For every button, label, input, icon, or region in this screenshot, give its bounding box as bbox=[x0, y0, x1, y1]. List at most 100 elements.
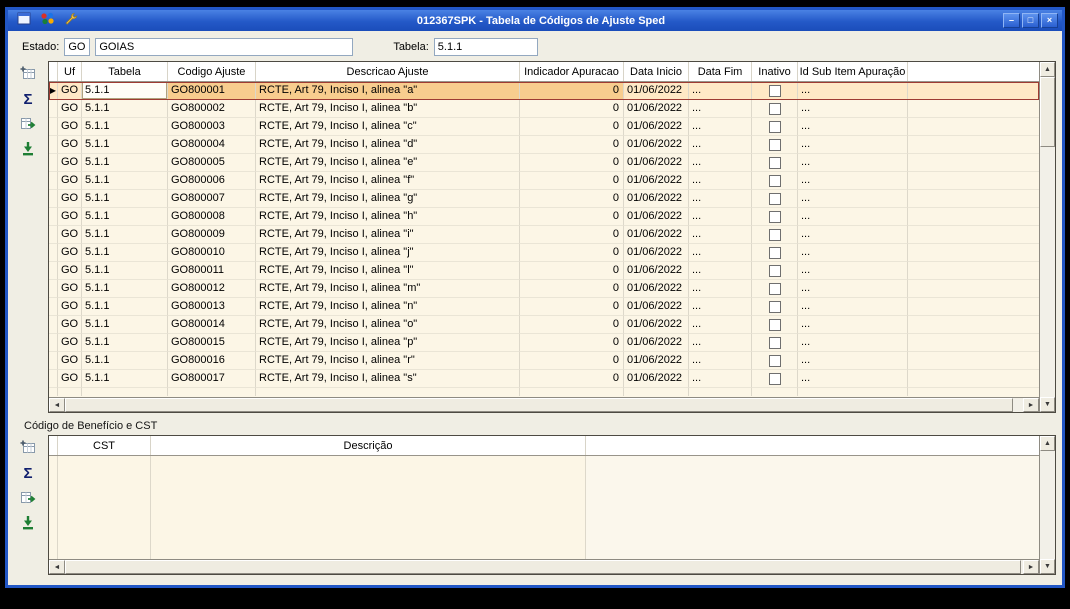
cell-codigo-ajuste[interactable]: GO800005 bbox=[168, 154, 256, 172]
cell-codigo-ajuste[interactable]: GO800013 bbox=[168, 298, 256, 316]
cell-indicador-apuracao[interactable]: 0 bbox=[520, 136, 624, 154]
inativo-checkbox[interactable] bbox=[768, 156, 781, 169]
cell-data-inicio[interactable]: 01/06/2022 bbox=[624, 352, 689, 370]
cell-inativo[interactable] bbox=[752, 154, 798, 172]
cell-id-sub-item[interactable]: ... bbox=[798, 136, 908, 154]
tabela-input[interactable] bbox=[433, 38, 538, 56]
cell-indicador-apuracao[interactable]: 0 bbox=[520, 334, 624, 352]
cell-id-sub-item[interactable]: ... bbox=[798, 280, 908, 298]
cell-data-inicio[interactable]: 01/06/2022 bbox=[624, 262, 689, 280]
export-button-2[interactable] bbox=[15, 487, 41, 509]
inativo-checkbox[interactable] bbox=[768, 318, 781, 331]
cell-data-inicio[interactable]: 01/06/2022 bbox=[624, 136, 689, 154]
cell-codigo-ajuste[interactable]: GO800003 bbox=[168, 118, 256, 136]
cell-data-fim[interactable]: ... bbox=[689, 190, 752, 208]
cell-codigo-ajuste[interactable]: GO800017 bbox=[168, 370, 256, 388]
cell-codigo-ajuste[interactable]: GO800002 bbox=[168, 100, 256, 118]
column-header-codigo[interactable]: Codigo Ajuste bbox=[168, 62, 256, 81]
cell-uf[interactable]: GO bbox=[58, 262, 82, 280]
cell-descricao-ajuste[interactable]: RCTE, Art 79, Inciso I, alinea "a" bbox=[256, 82, 520, 100]
export-button[interactable] bbox=[15, 113, 41, 135]
cell-tabela[interactable]: 5.1.1 bbox=[82, 82, 168, 100]
cell-data-inicio[interactable]: 01/06/2022 bbox=[624, 280, 689, 298]
cell-data-inicio[interactable]: 01/06/2022 bbox=[624, 316, 689, 334]
horizontal-scroll-thumb-2[interactable] bbox=[65, 560, 1021, 574]
inativo-checkbox[interactable] bbox=[768, 282, 781, 295]
column-header-inativo[interactable]: Inativo bbox=[752, 62, 798, 81]
cell-indicador-apuracao[interactable]: 0 bbox=[520, 100, 624, 118]
cell-codigo-ajuste[interactable]: GO800011 bbox=[168, 262, 256, 280]
cell-uf[interactable]: GO bbox=[58, 154, 82, 172]
cell-tabela[interactable]: 5.1.1 bbox=[82, 208, 168, 226]
cell-inativo[interactable] bbox=[752, 298, 798, 316]
cell-data-inicio[interactable]: 01/06/2022 bbox=[624, 334, 689, 352]
cell-codigo-ajuste[interactable]: GO800009 bbox=[168, 226, 256, 244]
cell-indicador-apuracao[interactable]: 0 bbox=[520, 190, 624, 208]
cell-data-inicio[interactable]: 01/06/2022 bbox=[624, 226, 689, 244]
cell-indicador-apuracao[interactable]: 0 bbox=[520, 298, 624, 316]
cell-inativo[interactable] bbox=[752, 280, 798, 298]
grid1-vertical-scrollbar[interactable]: ▲ ▼ bbox=[1039, 62, 1055, 412]
cell-uf[interactable]: GO bbox=[58, 280, 82, 298]
cell-id-sub-item[interactable]: ... bbox=[798, 100, 908, 118]
close-button[interactable]: × bbox=[1041, 13, 1058, 28]
cell-data-inicio[interactable]: 01/06/2022 bbox=[624, 172, 689, 190]
inativo-checkbox[interactable] bbox=[768, 264, 781, 277]
cell-codigo-ajuste[interactable]: GO800016 bbox=[168, 352, 256, 370]
scroll-right-button[interactable]: ► bbox=[1023, 398, 1039, 412]
table-row[interactable]: ▶ GO 5.1.1 GO800007 RCTE, Art 79, Inciso… bbox=[49, 190, 1039, 208]
form-icon[interactable] bbox=[17, 12, 31, 30]
cell-data-inicio[interactable]: 01/06/2022 bbox=[624, 298, 689, 316]
cell-codigo-ajuste[interactable]: GO800001 bbox=[168, 82, 256, 100]
estado-nome-input[interactable] bbox=[95, 38, 354, 56]
cell-id-sub-item[interactable]: ... bbox=[798, 226, 908, 244]
inativo-checkbox[interactable] bbox=[768, 228, 781, 241]
cell-inativo[interactable] bbox=[752, 334, 798, 352]
cell-indicador-apuracao[interactable]: 0 bbox=[520, 154, 624, 172]
cell-data-fim[interactable]: ... bbox=[689, 82, 752, 100]
inativo-checkbox[interactable] bbox=[768, 336, 781, 349]
cell-inativo[interactable] bbox=[752, 172, 798, 190]
cell-codigo-ajuste[interactable]: GO800006 bbox=[168, 172, 256, 190]
cell-indicador-apuracao[interactable]: 0 bbox=[520, 118, 624, 136]
cell-indicador-apuracao[interactable]: 0 bbox=[520, 172, 624, 190]
column-header-cst[interactable]: CST bbox=[58, 436, 151, 455]
cell-data-fim[interactable]: ... bbox=[689, 334, 752, 352]
cell-id-sub-item[interactable]: ... bbox=[798, 316, 908, 334]
cell-inativo[interactable] bbox=[752, 82, 798, 100]
scroll-up-button[interactable]: ▲ bbox=[1040, 62, 1055, 77]
cell-tabela[interactable]: 5.1.1 bbox=[82, 226, 168, 244]
cell-data-fim[interactable]: ... bbox=[689, 208, 752, 226]
scroll-left-button[interactable]: ◄ bbox=[49, 398, 65, 412]
cell-tabela[interactable]: 5.1.1 bbox=[82, 172, 168, 190]
cell-codigo-ajuste[interactable]: GO800014 bbox=[168, 316, 256, 334]
cell-uf[interactable]: GO bbox=[58, 82, 82, 100]
cell-descricao-ajuste[interactable]: RCTE, Art 79, Inciso I, alinea "d" bbox=[256, 136, 520, 154]
scroll-left-button-2[interactable]: ◄ bbox=[49, 560, 65, 574]
cell-tabela[interactable]: 5.1.1 bbox=[82, 298, 168, 316]
cell-id-sub-item[interactable]: ... bbox=[798, 82, 908, 100]
inativo-checkbox[interactable] bbox=[768, 102, 781, 115]
cell-indicador-apuracao[interactable]: 0 bbox=[520, 82, 624, 100]
cell-descricao-ajuste[interactable]: RCTE, Art 79, Inciso I, alinea "j" bbox=[256, 244, 520, 262]
grid2-horizontal-scrollbar[interactable]: ◄ ► bbox=[49, 559, 1039, 574]
cell-codigo-ajuste[interactable]: GO800015 bbox=[168, 334, 256, 352]
inativo-checkbox[interactable] bbox=[768, 210, 781, 223]
cell-data-fim[interactable]: ... bbox=[689, 298, 752, 316]
cell-data-fim[interactable]: ... bbox=[689, 118, 752, 136]
cell-data-inicio[interactable]: 01/06/2022 bbox=[624, 154, 689, 172]
cell-indicador-apuracao[interactable]: 0 bbox=[520, 370, 624, 388]
insert-record-button-2[interactable] bbox=[15, 437, 41, 459]
table-row[interactable]: ▶ GO 5.1.1 GO800009 RCTE, Art 79, Inciso… bbox=[49, 226, 1039, 244]
cell-data-inicio[interactable]: 01/06/2022 bbox=[624, 190, 689, 208]
cell-data-fim[interactable]: ... bbox=[689, 244, 752, 262]
cell-codigo-ajuste[interactable]: GO800004 bbox=[168, 136, 256, 154]
cell-tabela[interactable]: 5.1.1 bbox=[82, 352, 168, 370]
cell-id-sub-item[interactable]: ... bbox=[798, 298, 908, 316]
cell-uf[interactable]: GO bbox=[58, 118, 82, 136]
column-header-data-fim[interactable]: Data Fim bbox=[689, 62, 752, 81]
table-row[interactable]: ▶ GO 5.1.1 GO800015 RCTE, Art 79, Inciso… bbox=[49, 334, 1039, 352]
cell-codigo-ajuste[interactable]: GO800007 bbox=[168, 190, 256, 208]
cell-descricao-ajuste[interactable]: RCTE, Art 79, Inciso I, alinea "p" bbox=[256, 334, 520, 352]
cell-inativo[interactable] bbox=[752, 100, 798, 118]
